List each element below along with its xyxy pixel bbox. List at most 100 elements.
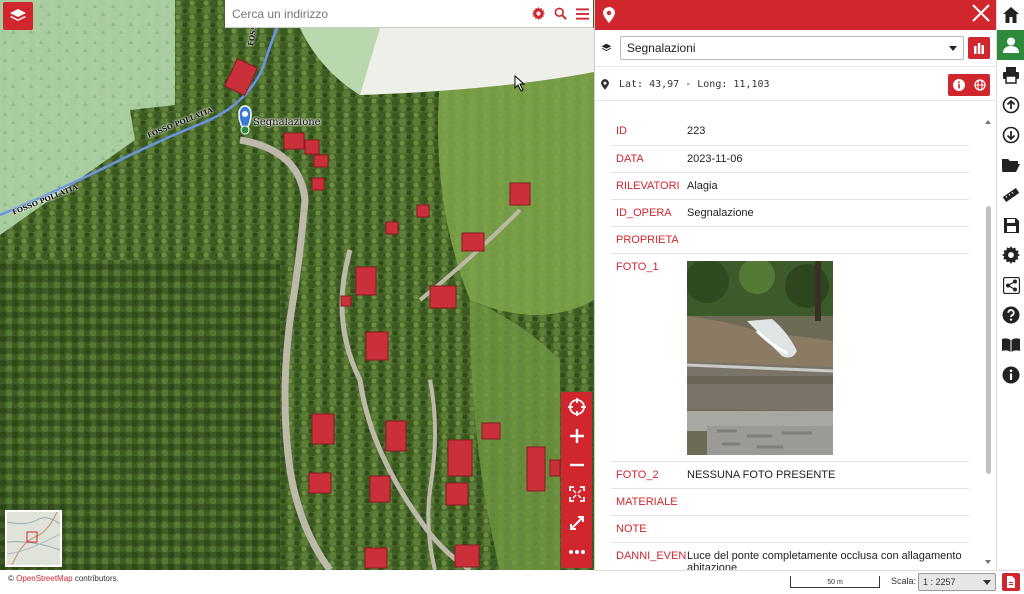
chevron-down-icon [949,45,958,51]
attribute-value: 223 [687,118,969,146]
search-icon[interactable] [549,3,571,25]
attribute-key: DANNI_EVEN [611,542,687,570]
layer-row: Segnalazioni [595,30,996,67]
attribute-row: ID 223 [611,118,969,146]
layer-select-value: Segnalazioni [626,41,696,55]
photo-thumbnail[interactable] [687,260,833,455]
osm-link[interactable]: OpenStreetMap [16,574,72,583]
share-button[interactable] [997,270,1024,300]
attribute-row: PROPRIETA [611,226,969,254]
marker-label: Segnalazione [253,117,321,128]
expand-icon [569,515,584,530]
scroll-thumb[interactable] [986,206,991,474]
close-panel-button[interactable] [972,3,990,27]
gear-icon [1002,246,1020,264]
attributes-list[interactable]: ID 223 DATA 2023-11-06 RILEVATORI Alagia ID… [611,118,969,570]
scale-bar-label: 50 m [827,579,843,586]
folder-open-icon [1002,159,1020,172]
aerial-imagery [0,0,594,570]
panel-scrollbar[interactable] [984,118,993,568]
map-view[interactable]: FOSSO POLLATIA FOSSO POLLATIA FOSSO POLL… [0,0,594,570]
coordinates-row: Lat: 43,97 - Long: 11,103 [595,69,996,101]
upload-button[interactable] [997,90,1024,120]
map-controls [561,392,592,568]
globe-icon [973,78,986,91]
manual-button[interactable] [997,330,1024,360]
chevron-down-icon [983,579,991,585]
home-button[interactable] [997,0,1024,30]
attribute-row: DANNI_EVEN Luce del ponte completamente o… [611,542,969,570]
scale-select[interactable]: 1 : 2257 [918,573,996,591]
location-marker-icon[interactable] [238,105,252,135]
map-attribution: © OpenStreetMap contributors. [0,570,594,594]
attribute-key: FOTO_1 [611,253,687,462]
layer-select[interactable]: Segnalazioni [619,36,965,60]
coordinates-text: Lat: 43,97 - Long: 11,103 [619,79,770,90]
attribute-key: NOTE [611,515,687,543]
help-button[interactable] [997,300,1024,330]
menu-icon[interactable] [571,3,593,25]
user-button[interactable] [997,30,1024,60]
geolocate-button[interactable] [561,392,592,421]
attribute-value: Segnalazione [687,199,969,227]
attribute-value [687,488,969,516]
scroll-down-icon[interactable] [985,560,991,564]
scale-label: Scala: [891,576,917,586]
share-icon [1002,276,1020,294]
home-icon [1003,7,1019,23]
print-button[interactable] [997,60,1024,90]
save-icon [1003,217,1019,233]
more-button[interactable] [561,537,592,566]
table-chart-icon [974,43,985,54]
save-button[interactable] [997,210,1024,240]
fullscreen-button[interactable] [561,508,592,537]
plus-icon [569,428,584,443]
globe-button[interactable] [969,74,990,96]
attributes-table: ID 223 DATA 2023-11-06 RILEVATORI Alagia ID… [611,118,969,570]
extent-icon [568,485,585,502]
layers-icon [10,9,26,21]
info-button[interactable] [948,74,969,96]
right-toolbar [996,0,1024,570]
open-folder-button[interactable] [997,150,1024,180]
help-icon [1002,306,1020,324]
user-icon [1003,37,1019,53]
zoom-out-button[interactable] [561,450,592,479]
gear-icon[interactable] [527,3,549,25]
attribute-table-button[interactable] [968,37,990,59]
measure-button[interactable] [997,180,1024,210]
print-icon [1003,67,1019,84]
attribute-key: MATERIALE [611,488,687,516]
search-input[interactable] [232,6,527,21]
attribute-value: Luce del ponte completamente occlusa con… [687,542,969,570]
attribute-row: ID_OPERA Segnalazione [611,199,969,227]
info-icon [1002,366,1020,384]
attribute-key: RILEVATORI [611,172,687,200]
document-icon [1007,576,1015,588]
scroll-up-icon[interactable] [985,120,991,124]
attribute-key: FOTO_2 [611,461,687,489]
feature-info-panel: Segnalazioni Lat: 43,97 - Long: 11,103 I… [594,0,996,570]
ruler-icon [1002,187,1020,203]
scale-select-value: 1 : 2257 [923,577,956,587]
search-bar [225,0,593,28]
attribute-value [687,515,969,543]
attribute-key: DATA [611,145,687,173]
info-icon [952,78,965,91]
attribute-row: FOTO_2 NESSUNA FOTO PRESENTE [611,461,969,489]
layers-icon [601,43,612,52]
overview-minimap[interactable] [5,510,62,567]
settings-button[interactable] [997,240,1024,270]
export-button[interactable] [1002,573,1020,591]
about-button[interactable] [997,360,1024,390]
zoom-extent-button[interactable] [561,479,592,508]
attribute-value: 2023-11-06 [687,145,969,173]
attribute-row: NOTE [611,515,969,543]
attribution-prefix: © [8,574,17,583]
download-button[interactable] [997,120,1024,150]
layers-button[interactable] [3,2,33,30]
zoom-in-button[interactable] [561,421,592,450]
app-window: FOSSO POLLATIA FOSSO POLLATIA FOSSO POLL… [0,0,1024,594]
attribute-row: MATERIALE [611,488,969,516]
close-icon [972,4,990,22]
